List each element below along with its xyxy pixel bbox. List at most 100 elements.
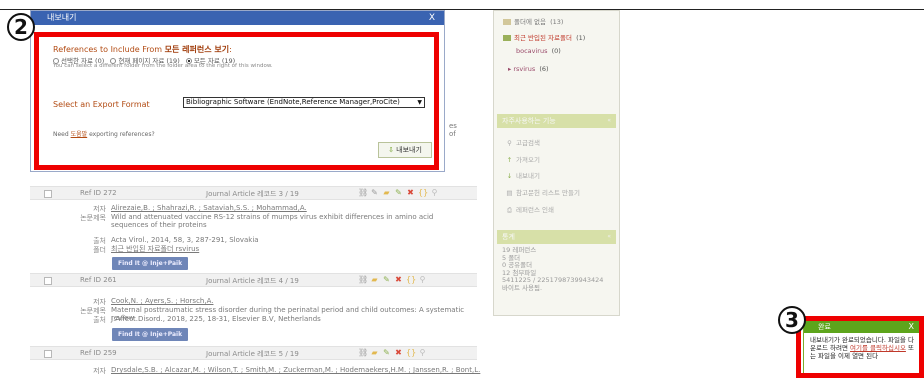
sidebar: 폴더에 없음 (13) 최근 반입된 자료폴더 (1) bocavirus (0…: [493, 10, 620, 316]
folder-item-bocavirus[interactable]: bocavirus (0): [516, 47, 561, 55]
completion-popup: 완료 X 내보내기가 완료되었습니다. 파일을 다운로드 하려면 여기를 클릭하…: [803, 320, 920, 374]
record-checkbox[interactable]: [44, 350, 52, 358]
record-header-259: Ref ID 259 Journal Article 레코드 5 / 19 ⛓ …: [30, 346, 477, 360]
record-tools: ⛓ ✎ ▰ ✎ ✖ {} ⚲: [358, 188, 439, 197]
close-icon[interactable]: X: [909, 321, 914, 333]
app-window: Ref ID 272 Journal Article 레코드 3 / 19 ⛓ …: [0, 0, 924, 378]
step-badge-2: 2: [7, 13, 35, 41]
folder-label: rsvirus: [513, 65, 536, 73]
tools-header-label: 자주사용하는 기능: [502, 117, 556, 125]
folder-count: (1): [576, 34, 586, 42]
references-question: References to Include From 모든 레퍼런스 보기:: [53, 45, 232, 54]
delete-icon[interactable]: ✖: [394, 275, 403, 284]
dialog-titlebar[interactable]: 내보내기 X: [31, 11, 444, 25]
ref-id-value: 261: [103, 276, 117, 284]
link-icon[interactable]: ⛓: [358, 348, 368, 357]
authors-value[interactable]: Cook,N. ; Ayers,S. ; Horsch,A.: [111, 297, 471, 305]
stats-header[interactable]: 통계 «: [497, 230, 616, 244]
folder-icon[interactable]: ▰: [370, 275, 379, 284]
ref-id: Ref ID 259: [80, 349, 117, 357]
search-icon[interactable]: ⚲: [418, 275, 427, 284]
tool-label: 레퍼런스 인쇄: [516, 206, 554, 214]
folder-item-recent[interactable]: 최근 반입된 자료폴더 (1): [503, 32, 585, 42]
authors-value[interactable]: Drysdale,S.B. ; Alcazar,M. ; Wilson,T. ;…: [111, 366, 480, 374]
bracket-icon[interactable]: {}: [418, 188, 428, 197]
folder-item-rsvirus[interactable]: ▸ rsvirus (6): [508, 65, 549, 73]
search-icon[interactable]: ⚲: [430, 188, 439, 197]
close-icon[interactable]: X: [429, 11, 435, 25]
authors-value[interactable]: Alirezaie,B. ; Shahrazi,R. ; Sataviah,S.…: [111, 204, 471, 212]
folder-value[interactable]: 최근 반입된 자료폴더 rsvirus: [111, 245, 471, 253]
record-header-261: Ref ID 261 Journal Article 레코드 4 / 19 ⛓ …: [30, 273, 477, 287]
folder-item-none[interactable]: 폴더에 없음 (13): [503, 16, 563, 26]
title-value: Wild and attenuated vaccine RS-12 strain…: [111, 213, 434, 229]
ref-id-label: Ref ID: [80, 189, 101, 197]
record-type: Journal Article 레코드 3 / 19: [206, 190, 299, 198]
record-type: Journal Article 레코드 5 / 19: [206, 350, 299, 358]
tool-bibliography[interactable]: ▤ 참고문헌 리스트 만들기: [506, 187, 580, 197]
help-link[interactable]: 도움말: [71, 131, 88, 138]
background-text-fragment: es of: [449, 122, 457, 138]
search-icon[interactable]: ⚲: [418, 348, 427, 357]
record-checkbox[interactable]: [44, 277, 52, 285]
source-label: 출처: [93, 316, 106, 324]
authors-label: 저자: [93, 367, 106, 375]
folder-count: (0): [551, 47, 561, 55]
title-label: 논문제목: [80, 214, 106, 222]
completion-titlebar: 완료 X: [804, 321, 919, 333]
record-header-272: Ref ID 272 Journal Article 레코드 3 / 19 ⛓ …: [30, 186, 477, 200]
record-checkbox[interactable]: [44, 190, 52, 198]
references-label-ko: 모든 레퍼런스 보기: [164, 45, 230, 54]
dialog-title: 내보내기: [47, 13, 77, 22]
folder-icon[interactable]: ▰: [382, 188, 391, 197]
folder-label: 폴더: [93, 246, 106, 254]
export-button-label: 내보내기: [396, 146, 422, 154]
format-label: Select an Export Format: [53, 100, 150, 109]
ref-id-label: Ref ID: [80, 349, 101, 357]
download-link[interactable]: 여기를 클릭하십시오: [850, 344, 906, 352]
import-icon: ↑: [506, 156, 513, 164]
tool-import[interactable]: ↑ 가져오기: [506, 154, 540, 164]
record-type: Journal Article 레코드 4 / 19: [206, 277, 299, 285]
find-it-button[interactable]: Find It @ Inje+Paik: [112, 257, 189, 270]
export-format-value: Bibliographic Software (EndNote,Referenc…: [186, 98, 400, 106]
link-icon[interactable]: ⛓: [358, 275, 368, 284]
folder-count: (13): [550, 18, 564, 26]
folder-label: 최근 반입된 자료폴더: [514, 34, 572, 42]
collapse-icon[interactable]: «: [607, 114, 611, 128]
tool-label: 고급검색: [516, 139, 540, 147]
find-it-button[interactable]: Find It @ Inje+Paik: [112, 328, 189, 341]
ref-id-label: Ref ID: [80, 276, 101, 284]
ref-id: Ref ID 261: [80, 276, 117, 284]
help-prefix: Need: [53, 131, 69, 138]
link-icon[interactable]: ⛓: [358, 188, 368, 197]
export-format-select[interactable]: Bibliographic Software (EndNote,Referenc…: [183, 97, 425, 108]
record-tools: ⛓ ▰ ✎ ✖ {} ⚲: [358, 275, 427, 284]
folder-count: (6): [539, 65, 549, 73]
folder-hint: You can select a different folder from t…: [53, 63, 273, 69]
bracket-icon[interactable]: {}: [406, 275, 416, 284]
collapse-icon[interactable]: «: [607, 230, 611, 244]
attach-icon[interactable]: ✎: [370, 188, 379, 197]
delete-icon[interactable]: ✖: [406, 188, 415, 197]
bracket-icon[interactable]: {}: [406, 348, 416, 357]
edit-icon[interactable]: ✎: [382, 348, 391, 357]
tool-print[interactable]: ⎙ 레퍼런스 인쇄: [506, 204, 554, 215]
tool-advanced-search[interactable]: ⚲ 고급검색: [506, 137, 540, 147]
edit-icon[interactable]: ✎: [394, 188, 403, 197]
folder-icon[interactable]: ▰: [370, 348, 379, 357]
export-icon: ↓: [506, 172, 513, 180]
folder-icon: [503, 19, 511, 25]
export-button[interactable]: ⇩ 내보내기: [378, 142, 432, 158]
tools-header[interactable]: 자주사용하는 기능 «: [497, 114, 616, 128]
ref-id: Ref ID 272: [80, 189, 117, 197]
delete-icon[interactable]: ✖: [394, 348, 403, 357]
source-value: Acta Virol., 2014, 58, 3, 287-291, Slova…: [111, 236, 259, 244]
edit-icon[interactable]: ✎: [382, 275, 391, 284]
search-icon: ⚲: [507, 139, 512, 147]
folder-label: 폴더에 없음: [514, 18, 546, 26]
tool-export[interactable]: ↓ 내보내기: [506, 170, 540, 180]
help-line: Need 도움말 exporting references?: [53, 129, 155, 138]
step-badge-3: 3: [778, 306, 806, 334]
stats-bytes-label: 바이트 사용됨.: [502, 283, 543, 292]
